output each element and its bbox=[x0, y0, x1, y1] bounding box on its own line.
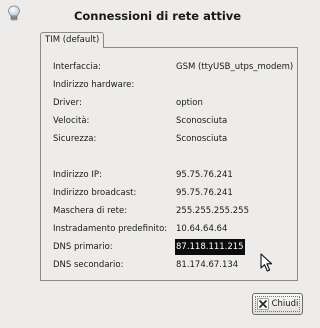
detail-value: Sconosciuta bbox=[176, 116, 228, 126]
detail-label: Interfaccia: bbox=[53, 62, 101, 72]
window-title: Connessioni di rete attive bbox=[73, 9, 242, 23]
tab-tim-default[interactable]: TIM (default) bbox=[40, 32, 105, 48]
close-icon bbox=[256, 298, 269, 310]
detail-value: 95.75.76.241 bbox=[176, 188, 233, 198]
detail-value-selected[interactable]: 87.118.111.215 bbox=[175, 239, 245, 255]
detail-label: Indirizzo broadcast: bbox=[53, 188, 137, 198]
detail-row-default-route: Instradamento predefinito: 10.64.64.64 bbox=[41, 221, 297, 237]
detail-label: Maschera di rete: bbox=[53, 206, 128, 216]
detail-row-netmask: Maschera di rete: 255.255.255.255 bbox=[41, 203, 297, 219]
detail-value: 10.64.64.64 bbox=[176, 224, 228, 234]
connection-details-panel: Interfaccia: GSM (ttyUSB_utps_modem) Ind… bbox=[40, 47, 298, 281]
detail-row-broadcast-address: Indirizzo broadcast: 95.75.76.241 bbox=[41, 185, 297, 201]
detail-row-interface: Interfaccia: GSM (ttyUSB_utps_modem) bbox=[41, 59, 297, 75]
detail-label: DNS secondario: bbox=[53, 260, 124, 270]
detail-value: 255.255.255.255 bbox=[176, 206, 250, 216]
detail-value: 95.75.76.241 bbox=[176, 170, 233, 180]
detail-value: GSM (ttyUSB_utps_modem) bbox=[176, 62, 294, 72]
detail-value: option bbox=[176, 98, 203, 108]
detail-value: Sconosciuta bbox=[176, 134, 228, 144]
close-button[interactable]: Chiudi bbox=[252, 293, 303, 315]
detail-label: Velocità: bbox=[53, 116, 90, 126]
detail-label: Instradamento predefinito: bbox=[53, 224, 168, 234]
detail-label: Indirizzo IP: bbox=[53, 170, 102, 180]
detail-row-speed: Velocità: Sconosciuta bbox=[41, 113, 297, 129]
mouse-pointer-icon bbox=[260, 253, 273, 272]
detail-label: Driver: bbox=[53, 98, 82, 108]
detail-row-driver: Driver: option bbox=[41, 95, 297, 111]
detail-row-hardware-address: Indirizzo hardware: bbox=[41, 77, 297, 93]
detail-label: Indirizzo hardware: bbox=[53, 80, 135, 90]
detail-label: DNS primario: bbox=[53, 242, 113, 252]
close-button-label: Chiudi bbox=[271, 299, 299, 309]
detail-label: Sicurezza: bbox=[53, 134, 97, 144]
detail-row-ip-address: Indirizzo IP: 95.75.76.241 bbox=[41, 167, 297, 183]
detail-row-security: Sicurezza: Sconosciuta bbox=[41, 131, 297, 147]
detail-value: 81.174.67.134 bbox=[176, 260, 239, 270]
